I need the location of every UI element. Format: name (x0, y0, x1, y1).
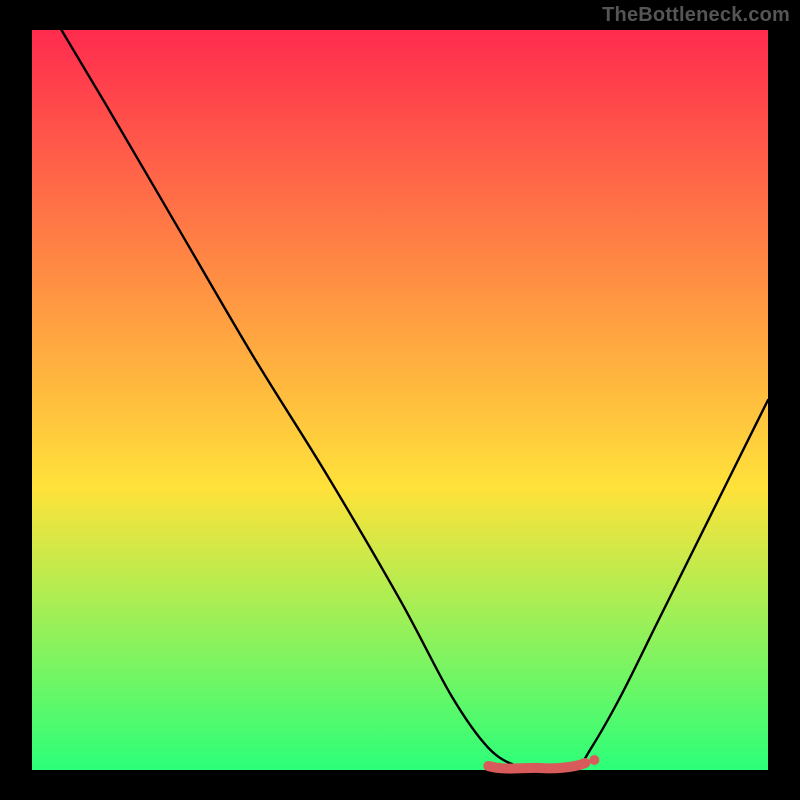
optimal-range-marker (488, 763, 585, 769)
bottleneck-chart (0, 0, 800, 800)
optimal-range-end-dot (589, 755, 599, 765)
chart-gradient-background (32, 30, 768, 770)
chart-stage: TheBottleneck.com (0, 0, 800, 800)
watermark-text: TheBottleneck.com (602, 4, 790, 27)
